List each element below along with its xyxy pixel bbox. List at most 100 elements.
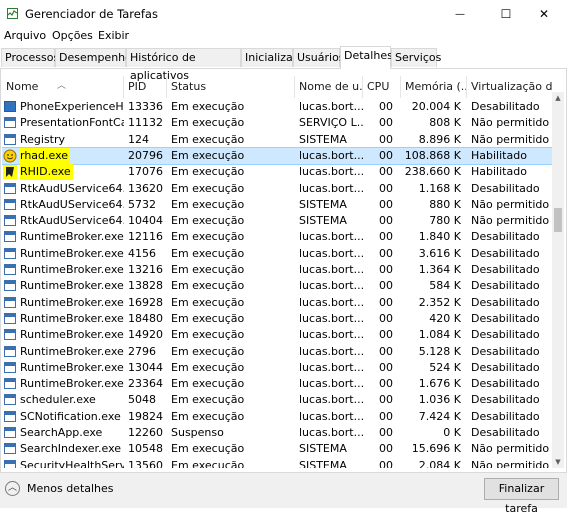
table-row[interactable]: SearchIndexer.exe 10548 Em execução SISTEMA… <box>2 441 552 457</box>
process-icon <box>4 247 16 259</box>
cell-pid: 4156 <box>128 246 156 260</box>
process-icon <box>4 378 16 390</box>
tab-bar: Processos Desempenho Histórico de aplica… <box>0 46 567 82</box>
chevron-up-icon[interactable]: ︿ <box>5 481 20 496</box>
table-row[interactable]: SCNotification.exe 19824 Em execução lucas.… <box>2 409 552 425</box>
table-row[interactable]: RtkAudUService64.exe 5732 Em execução SISTE… <box>2 197 552 213</box>
table-row[interactable]: RuntimeBroker.exe 13044 Em execução lucas.b… <box>2 360 552 376</box>
cell-name: RHID.exe <box>20 164 73 181</box>
cell-cpu: 00 <box>379 393 393 407</box>
cell-status: Em execução <box>171 377 245 391</box>
cell-mem: 808 K <box>429 116 461 130</box>
cell-virt: Desabilitado <box>471 426 540 439</box>
column-header-pid[interactable]: PID <box>124 76 167 98</box>
cell-user: lucas.bort... <box>299 328 363 342</box>
table-row[interactable]: SearchApp.exe 12260 Suspenso lucas.bort... 0… <box>2 425 552 441</box>
cell-status: Em execução <box>171 458 245 468</box>
cell-user: SISTEMA <box>299 442 347 456</box>
scroll-down-icon[interactable]: ▼ <box>552 456 564 468</box>
cell-pid: 10548 <box>128 442 163 456</box>
cell-status: Em execução <box>171 263 245 276</box>
cell-mem: 1.084 K <box>418 328 461 342</box>
tab-detalhes[interactable]: Detalhes <box>340 46 393 69</box>
table-row[interactable]: RuntimeBroker.exe 14920 Em execução lucas.b… <box>2 327 552 343</box>
window-title: Gerenciador de Tarefas <box>25 7 158 21</box>
cell-virt: Não permitido <box>471 442 550 456</box>
minimize-icon: — <box>455 8 465 20</box>
table-row[interactable]: RuntimeBroker.exe 12116 Em execução lucas.b… <box>2 229 552 245</box>
cell-mem: 584 K <box>429 279 461 293</box>
table-row[interactable]: RuntimeBroker.exe 2796 Em execução lucas.bo… <box>2 344 552 360</box>
table-row[interactable]: RHID.exe 17076 Em execução lucas.bort... 00 2… <box>2 164 552 181</box>
column-header-memory[interactable]: Memória (... <box>401 76 467 98</box>
table-row[interactable]: RuntimeBroker.exe 23364 Em execução lucas.b… <box>2 376 552 392</box>
cell-name: SCNotification.exe <box>20 409 121 423</box>
tab-processos[interactable]: Processos <box>1 48 59 67</box>
cell-mem: 5.128 K <box>418 344 461 358</box>
table-row[interactable]: RuntimeBroker.exe 16928 Em execução lucas.b… <box>2 295 552 311</box>
cell-status: Em execução <box>171 116 245 130</box>
cell-cpu: 00 <box>379 148 393 162</box>
table-row[interactable]: scheduler.exe 5048 Em execução lucas.bort..… <box>2 392 552 408</box>
tab-usuarios[interactable]: Usuários <box>293 48 345 67</box>
table-row[interactable]: rhad.exe 20796 Em execução lucas.bort... 00 1… <box>2 146 552 165</box>
cell-virt: Desabilitado <box>471 295 540 309</box>
cell-cpu: 00 <box>379 426 393 439</box>
cell-cpu: 00 <box>379 344 393 358</box>
cell-cpu: 00 <box>379 100 393 113</box>
cell-pid: 124 <box>128 132 149 146</box>
cell-pid: 14920 <box>128 328 163 342</box>
column-header-cpu[interactable]: CPU <box>363 76 401 98</box>
fewer-details-link[interactable]: Menos detalhes <box>27 482 114 495</box>
column-header-virtualization[interactable]: Virtualização de ... <box>467 76 552 98</box>
task-manager-icon <box>7 8 18 19</box>
tab-inicializar[interactable]: Inicializar <box>241 48 297 67</box>
cell-virt: Desabilitado <box>471 100 540 113</box>
column-header-status[interactable]: Status <box>167 76 295 98</box>
scrollbar-thumb[interactable] <box>554 208 562 232</box>
cell-status: Em execução <box>171 295 245 309</box>
cell-pid: 13620 <box>128 181 163 195</box>
cell-mem: 2.084 K <box>418 458 461 468</box>
table-row[interactable]: RuntimeBroker.exe 18480 Em execução lucas.b… <box>2 311 552 327</box>
process-icon <box>4 264 16 275</box>
menu-exibir[interactable]: Exibir <box>98 29 129 42</box>
table-row[interactable]: RtkAudUService64.exe 10404 Em execução SIST… <box>2 213 552 229</box>
minimize-button[interactable]: — <box>437 0 483 28</box>
cell-name: RuntimeBroker.exe <box>20 246 124 260</box>
cell-status: Em execução <box>171 214 245 228</box>
menu-arquivo[interactable]: Arquivo <box>4 29 46 42</box>
column-header-nome[interactable]: ︿ Nome <box>2 76 124 98</box>
cell-mem: 3.616 K <box>418 246 461 260</box>
close-button[interactable]: ✕ <box>521 0 567 28</box>
table-row[interactable]: RuntimeBroker.exe 13216 Em execução lucas.b… <box>2 262 552 278</box>
table-row[interactable]: RtkAudUService64.exe 13620 Em execução luca… <box>2 181 552 197</box>
scroll-up-icon[interactable]: ▲ <box>552 92 564 104</box>
column-header-user[interactable]: Nome de u... <box>295 76 363 98</box>
cell-virt: Desabilitado <box>471 360 540 374</box>
cell-user: lucas.bort... <box>299 311 363 325</box>
end-task-button[interactable]: Finalizar tarefa <box>484 478 559 515</box>
tab-historico[interactable]: Histórico de aplicativos <box>126 48 241 82</box>
table-row[interactable]: PresentationFontCac... 11132 Em execução SE… <box>2 115 552 131</box>
table-row[interactable]: RuntimeBroker.exe 13828 Em execução lucas.b… <box>2 278 552 294</box>
cell-user: lucas.bort... <box>299 100 363 113</box>
table-row[interactable]: PhoneExperienceHo... 13336 Em execução luca… <box>2 99 552 115</box>
tab-desempenho[interactable]: Desempenho <box>55 48 132 67</box>
menu-opcoes[interactable]: Opções <box>52 29 93 42</box>
tab-servicos[interactable]: Serviços <box>391 48 441 67</box>
table-row[interactable]: Registry 124 Em execução SISTEMA 00 8.896 K Nã… <box>2 132 552 148</box>
cell-virt: Desabilitado <box>471 263 540 276</box>
process-icon <box>4 101 16 112</box>
cell-user: lucas.bort... <box>299 426 363 439</box>
cell-cpu: 00 <box>379 442 393 456</box>
cell-name: Registry <box>20 132 66 146</box>
cell-user: SERVIÇO L... <box>299 116 363 130</box>
vertical-scrollbar[interactable]: ▲ ▼ <box>552 92 564 468</box>
cell-mem: 1.840 K <box>418 230 461 244</box>
cell-cpu: 00 <box>379 360 393 374</box>
table-row[interactable]: SecurityHealthServic... 13560 Em execução S… <box>2 458 552 468</box>
cell-virt: Habilitado <box>471 165 527 179</box>
cell-name: PhoneExperienceHo... <box>20 100 124 113</box>
table-row[interactable]: RuntimeBroker.exe 4156 Em execução lucas.bo… <box>2 246 552 262</box>
